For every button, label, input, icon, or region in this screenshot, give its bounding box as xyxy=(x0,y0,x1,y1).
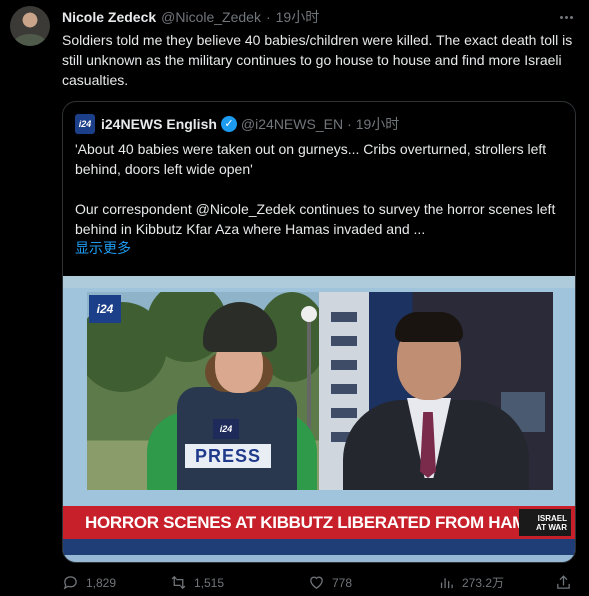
views-icon xyxy=(440,578,453,589)
mic-flag: i24 xyxy=(213,419,239,439)
retweet-icon xyxy=(171,575,186,590)
separator-dot: · xyxy=(347,116,352,132)
reply-icon xyxy=(63,576,77,590)
tweet-timestamp[interactable]: 19小时 xyxy=(276,8,320,26)
reply-button[interactable]: 1,829 xyxy=(62,574,116,591)
views-count: 273.2万 xyxy=(462,576,505,590)
show-more-link[interactable]: 显示更多 xyxy=(75,238,131,258)
quoted-tweet-text: 'About 40 babies were taken out on gurne… xyxy=(75,139,565,259)
quoted-author-name: i24NEWS English xyxy=(101,116,217,132)
street-lamp xyxy=(301,306,317,322)
anchor-scene xyxy=(319,292,553,490)
press-label: PRESS xyxy=(185,444,271,468)
author-handle[interactable]: @Nicole_Zedek xyxy=(161,8,261,26)
quoted-author-avatar: i24 xyxy=(75,114,95,134)
quoted-paragraph-2: Our correspondent @Nicole_Zedek continue… xyxy=(75,201,556,237)
author-avatar[interactable] xyxy=(10,6,50,46)
action-bar: 1,829 1,515 778 273.2万 xyxy=(62,574,576,594)
quoted-paragraph-1: 'About 40 babies were taken out on gurne… xyxy=(75,141,547,177)
reply-count: 1,829 xyxy=(86,575,117,590)
quoted-author-handle: @i24NEWS_EN xyxy=(240,116,344,132)
tweet-text: Soldiers told me they believe 40 babies/… xyxy=(62,32,573,88)
anchor-hair xyxy=(395,312,463,342)
frame-bottom xyxy=(63,539,575,562)
retweet-button[interactable]: 1,515 xyxy=(170,574,224,591)
views-button[interactable]: 273.2万 xyxy=(438,574,504,591)
retweet-count: 1,515 xyxy=(194,575,225,590)
frame-border xyxy=(63,276,575,288)
verified-icon: ✓ xyxy=(220,116,237,132)
heart-icon xyxy=(310,576,323,589)
reporter-scene: PRESS i24 xyxy=(87,292,319,490)
quoted-tweet-timestamp: 19小时 xyxy=(355,116,400,132)
station-logo: i24 xyxy=(89,295,121,323)
israel-at-war-badge: ISRAEL AT WAR xyxy=(519,509,571,536)
like-button[interactable]: 778 xyxy=(308,574,352,591)
share-button[interactable] xyxy=(555,574,572,591)
more-icon[interactable] xyxy=(555,6,577,28)
badge-line-1: ISRAEL xyxy=(537,513,567,523)
banner-headline: HORROR SCENES AT KIBBUTZ LIBERATED FROM … xyxy=(85,512,550,532)
quoted-tweet[interactable]: i24 i24NEWS English ✓ @i24NEWS_EN · 19小时… xyxy=(62,101,576,563)
video-thumbnail[interactable]: PRESS i24 i24 HORROR SCENES AT KIBBUTZ L… xyxy=(63,276,575,562)
quoted-tweet-header: i24 i24NEWS English ✓ @i24NEWS_EN · 19小时 xyxy=(75,114,563,134)
separator-dot: · xyxy=(265,9,271,25)
avatar-image xyxy=(14,34,46,46)
author-name[interactable]: Nicole Zedeck xyxy=(62,8,156,26)
badge-line-2: AT WAR xyxy=(536,522,567,532)
share-icon xyxy=(557,575,570,589)
news-banner: HORROR SCENES AT KIBBUTZ LIBERATED FROM … xyxy=(63,506,575,539)
like-count: 778 xyxy=(332,575,353,590)
tweet-header: Nicole Zedeck @Nicole_Zedek · 19小时 xyxy=(62,8,549,26)
